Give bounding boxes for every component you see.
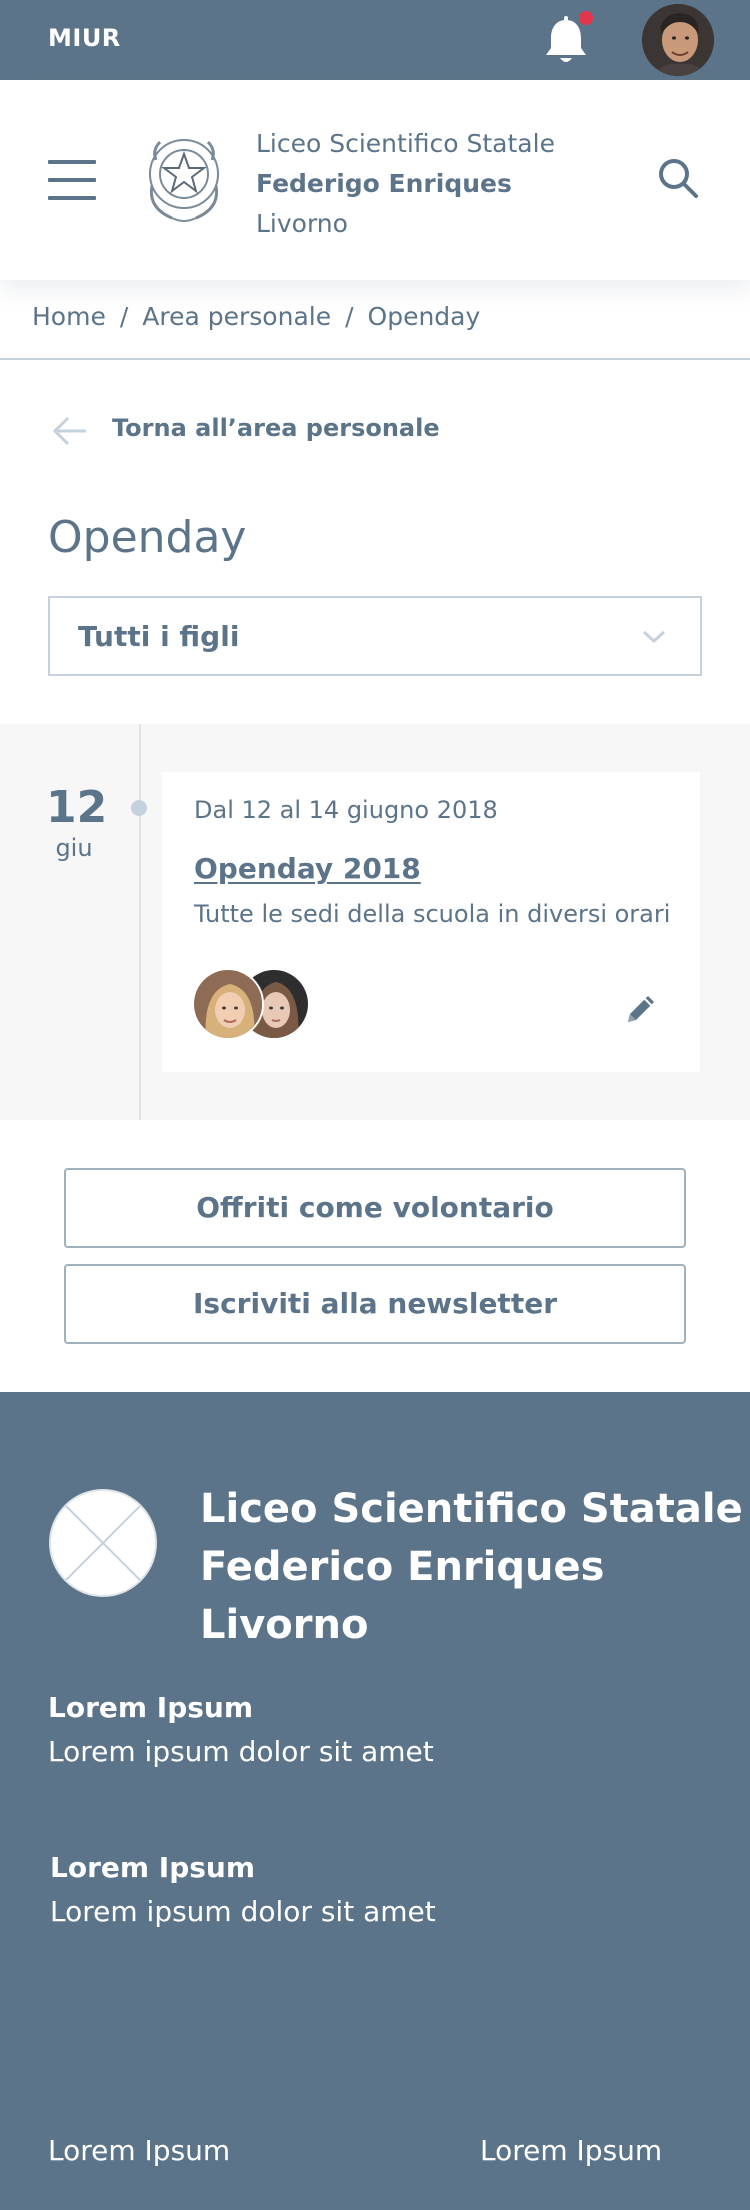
event-title-link[interactable]: Openday 2018: [194, 852, 421, 885]
events-timeline: 12 giu Dal 12 al 14 giugno 2018 Openday …: [0, 724, 750, 1120]
school-name[interactable]: Liceo Scientifico Statale Federigo Enriq…: [256, 124, 555, 244]
breadcrumb-divider: [0, 358, 750, 360]
menu-icon[interactable]: [48, 160, 96, 200]
event-day: 12: [46, 782, 108, 833]
search-icon[interactable]: [656, 156, 700, 200]
school-name-line1: Liceo Scientifico Statale: [256, 129, 555, 158]
breadcrumb-current: Openday: [367, 302, 481, 331]
newsletter-button[interactable]: Iscriviti alla newsletter: [64, 1264, 686, 1344]
school-name-line3: Livorno: [256, 209, 348, 238]
footer-block-heading: Lorem Ipsum: [50, 1851, 256, 1884]
volunteer-button[interactable]: Offriti come volontario: [64, 1168, 686, 1248]
arrow-left-icon: [52, 416, 86, 446]
page-title: Openday: [48, 512, 247, 563]
footer-name-line2: Federico Enriques: [200, 1544, 605, 1590]
chevron-down-icon: [642, 630, 666, 644]
footer-info-block: Lorem Ipsum Lorem ipsum dolor sit amet: [48, 1688, 434, 1776]
breadcrumb-home[interactable]: Home: [32, 302, 106, 331]
top-bar: MIUR: [0, 0, 750, 80]
event-card: Dal 12 al 14 giugno 2018 Openday 2018 Tu…: [162, 772, 700, 1072]
school-name-line2: Federigo Enriques: [256, 169, 512, 198]
breadcrumb-area-personale[interactable]: Area personale: [142, 302, 331, 331]
children-filter-value: Tutti i figli: [78, 620, 240, 653]
notification-badge: [576, 8, 596, 28]
breadcrumb-separator: /: [345, 302, 354, 331]
footer-info-block: Lorem Ipsum Lorem ipsum dolor sit amet: [50, 1848, 436, 1936]
breadcrumb-separator: /: [119, 302, 129, 331]
footer-block-text: Lorem ipsum dolor sit amet: [50, 1895, 436, 1928]
footer-name-line3: Livorno: [200, 1602, 369, 1648]
footer-link[interactable]: Lorem Ipsum: [48, 2134, 230, 2167]
event-date-range: Dal 12 al 14 giugno 2018: [194, 796, 498, 824]
breadcrumb: Home / Area personale / Openday: [32, 302, 480, 331]
footer-block-heading: Lorem Ipsum: [48, 1691, 254, 1724]
user-avatar[interactable]: [642, 4, 714, 76]
edit-icon[interactable]: [624, 990, 660, 1026]
republic-emblem-icon: [149, 139, 219, 222]
timeline-dot: [131, 800, 147, 816]
child-avatar: [192, 968, 264, 1040]
back-link-label: Torna all’area personale: [112, 414, 440, 442]
footer-link[interactable]: Lorem Ipsum: [480, 2134, 662, 2167]
brand-label[interactable]: MIUR: [48, 24, 121, 52]
footer-name-line1: Liceo Scientifico Statale: [200, 1486, 743, 1532]
event-month: giu: [55, 834, 93, 862]
children-filter-select[interactable]: Tutti i figli: [48, 596, 702, 676]
timeline-line: [139, 724, 141, 1120]
site-footer: Liceo Scientifico Statale Federico Enriq…: [0, 1392, 750, 2210]
logo-placeholder-icon: [49, 1489, 157, 1597]
footer-block-text: Lorem ipsum dolor sit amet: [48, 1735, 434, 1768]
event-description: Tutte le sedi della scuola in diversi or…: [194, 900, 671, 928]
footer-school-name: Liceo Scientifico Statale Federico Enriq…: [200, 1480, 743, 1654]
site-header: Liceo Scientifico Statale Federigo Enriq…: [0, 80, 750, 280]
